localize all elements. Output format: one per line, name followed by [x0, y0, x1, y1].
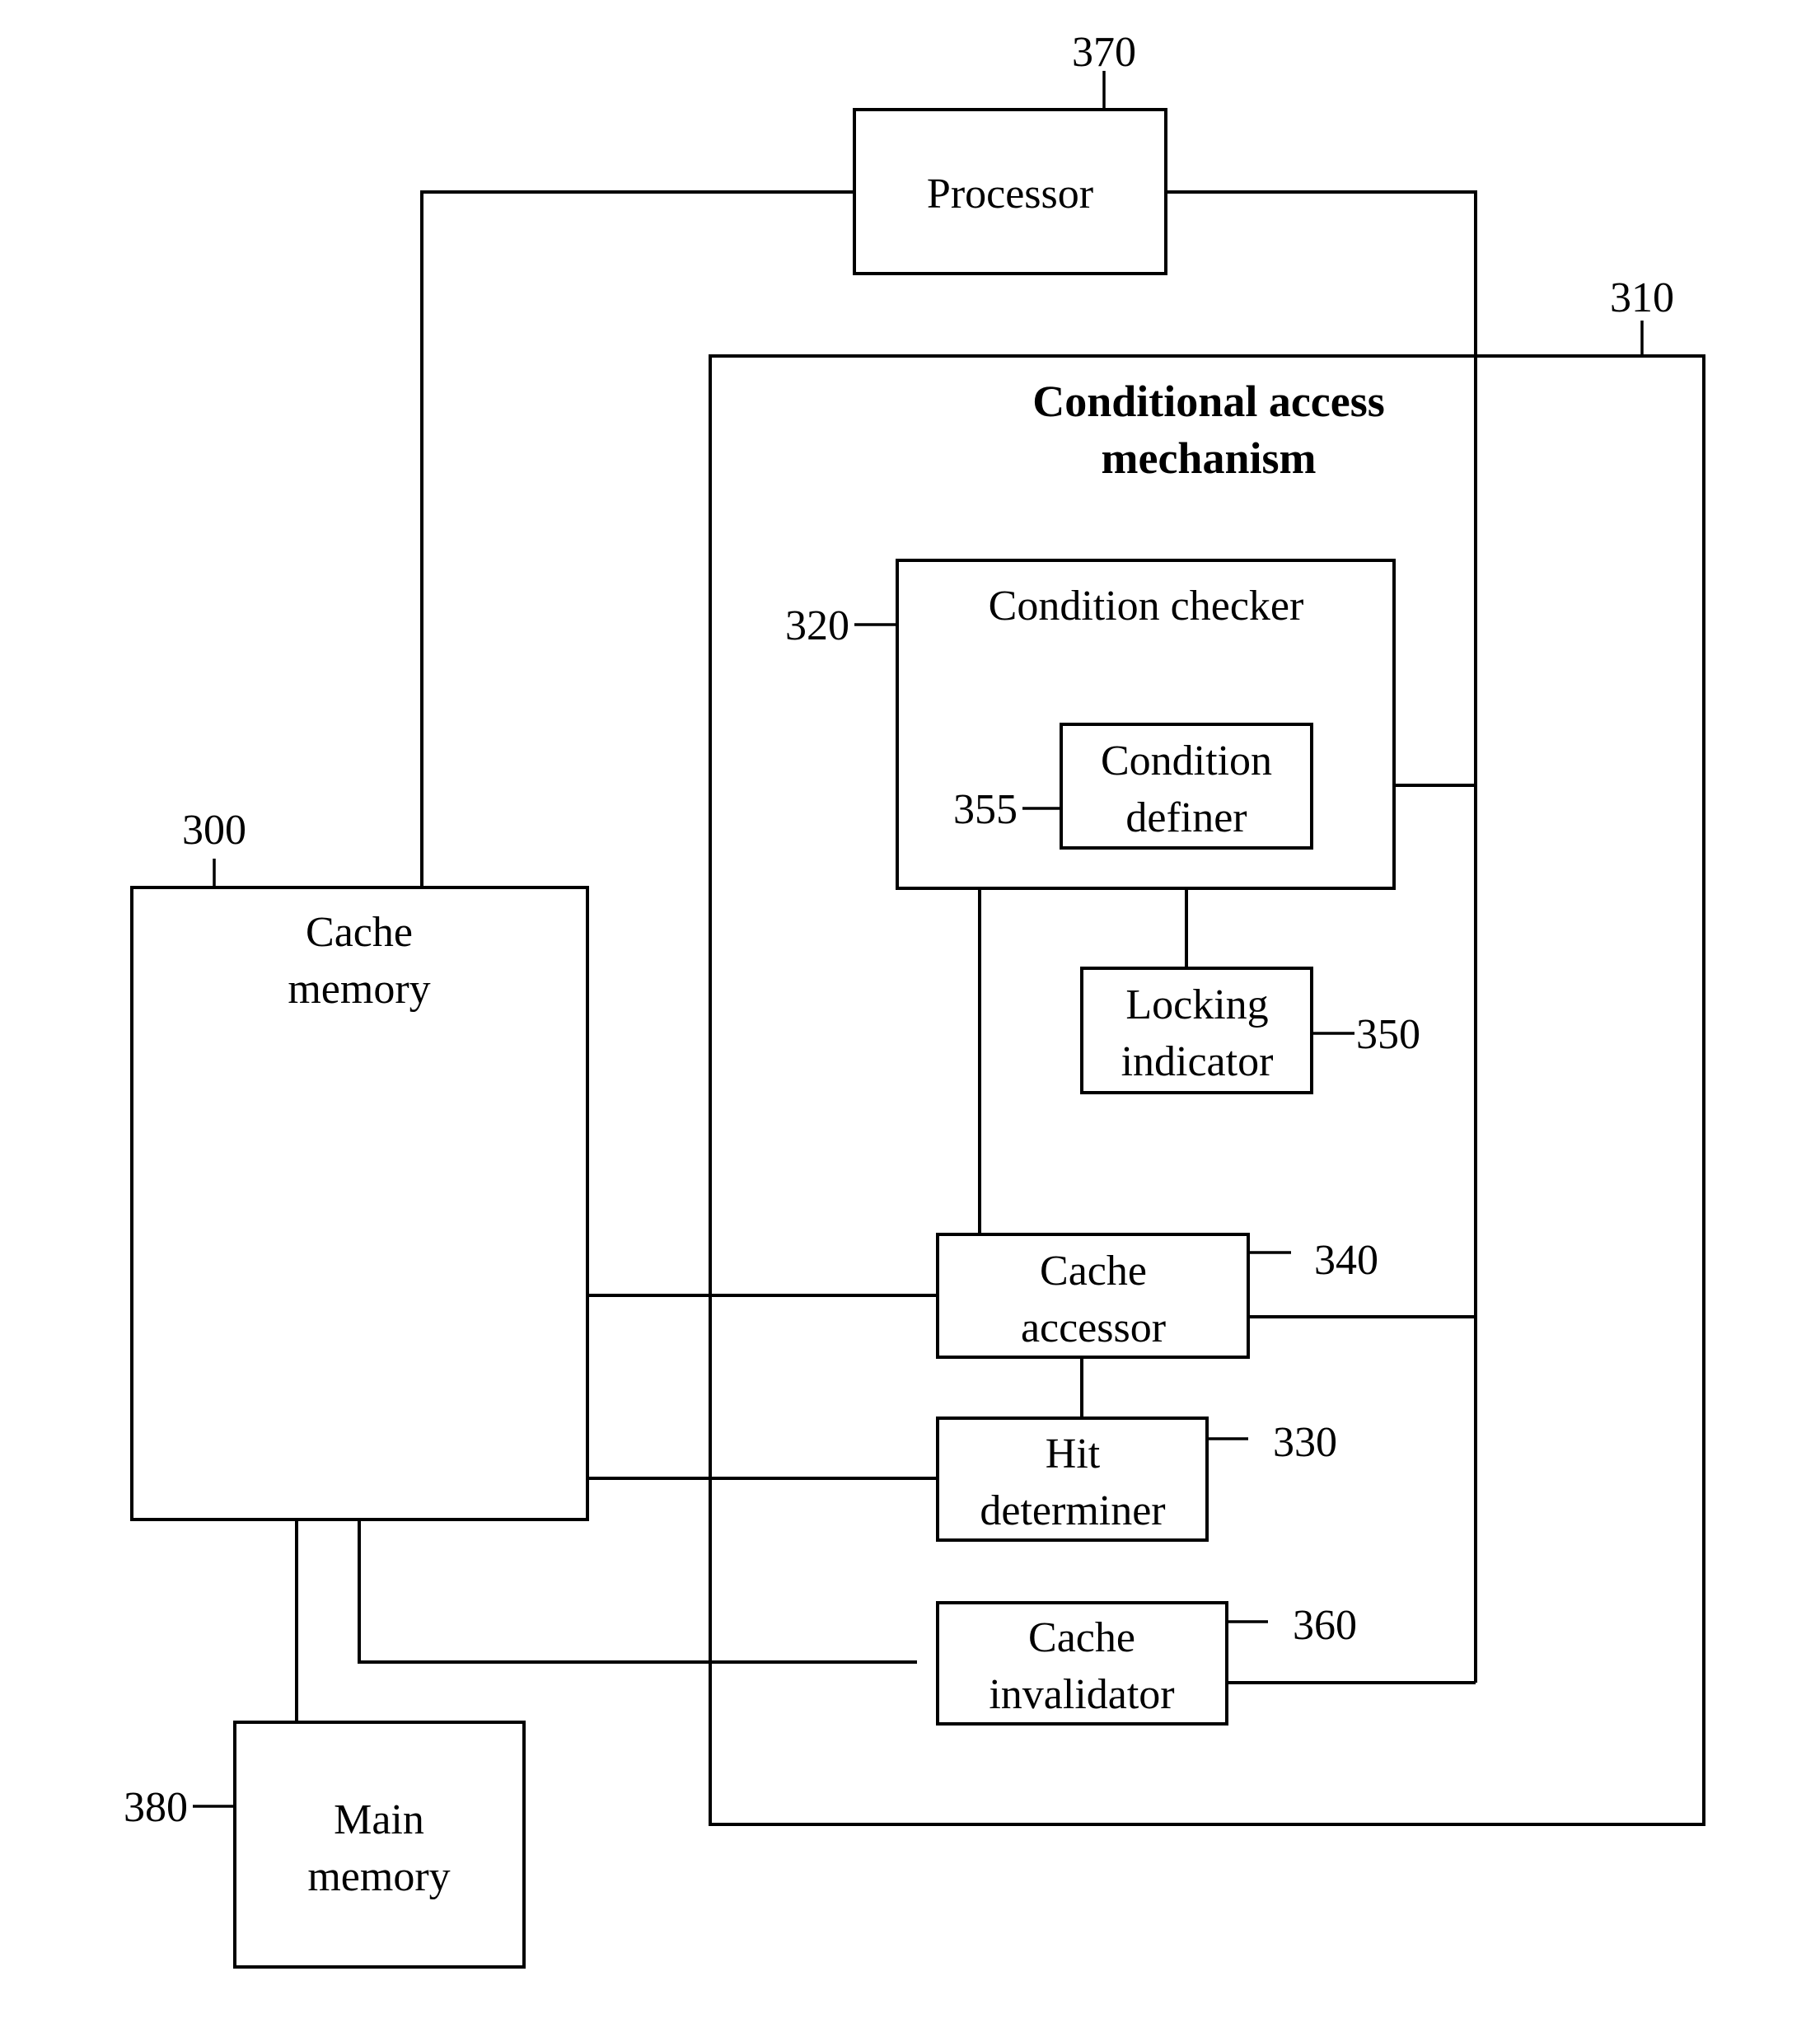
- cache-memory-block[interactable]: Cache memory 300: [130, 807, 589, 1521]
- ref-label-360: 360: [1293, 1602, 1357, 1649]
- locking-indicator-label-line-2: indicator: [1121, 1038, 1274, 1085]
- main-memory-block[interactable]: Main memory 380: [124, 1721, 526, 1969]
- ref-label-320: 320: [785, 602, 849, 649]
- ref-label-310: 310: [1610, 274, 1674, 321]
- block-title-line-1: Conditional access: [1032, 377, 1385, 426]
- cache-invalidator-label-line-2: invalidator: [989, 1671, 1174, 1718]
- cache-invalidator-label-line-1: Cache: [1028, 1614, 1135, 1661]
- cache-accessor-label-line-2: accessor: [1021, 1304, 1166, 1351]
- main-memory-label-line-2: memory: [307, 1853, 450, 1900]
- ref-label-355: 355: [953, 786, 1018, 833]
- cache-accessor-label-line-1: Cache: [1040, 1248, 1147, 1295]
- ref-label-370: 370: [1072, 29, 1136, 76]
- ref-label-350: 350: [1356, 1011, 1420, 1058]
- ref-label-380: 380: [124, 1784, 188, 1831]
- locking-indicator-label-line-1: Locking: [1125, 981, 1268, 1028]
- main-memory-label-line-1: Main: [334, 1796, 424, 1843]
- cache-memory-label-line-2: memory: [288, 966, 430, 1013]
- hit-determiner-label-line-2: determiner: [980, 1487, 1165, 1534]
- ref-label-300: 300: [182, 807, 246, 854]
- hit-determiner-label-line-1: Hit: [1046, 1431, 1101, 1477]
- block-title-line-2: mechanism: [1102, 433, 1317, 483]
- processor-label: Processor: [927, 171, 1093, 218]
- condition-definer-label-line-1: Condition: [1101, 738, 1272, 784]
- condition-checker-label: Condition checker: [989, 583, 1304, 630]
- processor-block[interactable]: Processor 370: [853, 29, 1167, 275]
- main-memory-box[interactable]: [233, 1721, 526, 1969]
- ref-label-340: 340: [1314, 1237, 1378, 1284]
- ref-label-330: 330: [1273, 1419, 1337, 1466]
- condition-definer-label-line-2: definer: [1125, 794, 1247, 841]
- cache-memory-label-line-1: Cache: [306, 909, 413, 956]
- block-diagram: Conditional access mechanism 310 Process…: [124, 29, 1705, 1969]
